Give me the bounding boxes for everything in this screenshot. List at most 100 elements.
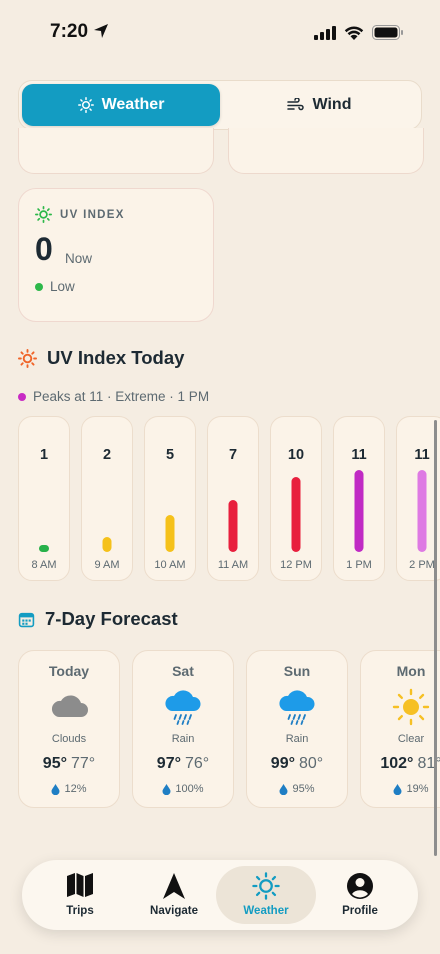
uv-peak-text: Peaks at 11 · Extreme · 1 PM	[33, 389, 210, 404]
tab-trips[interactable]: Trips	[30, 866, 130, 924]
uv-level-label: Low	[50, 279, 75, 294]
forecast-temps: 95° 77°	[19, 755, 119, 773]
tab-profile-label: Profile	[342, 905, 378, 917]
forecast-precip-value: 95%	[292, 783, 315, 795]
uv-hour-card: 2 9 AM	[81, 416, 133, 581]
forecast-low: 76°	[185, 755, 210, 772]
map-icon	[67, 873, 93, 897]
forecast-temps: 97° 76°	[133, 755, 233, 773]
rain-cloud-icon	[165, 690, 201, 725]
uv-hour-bar	[291, 477, 301, 552]
status-icons	[314, 25, 404, 40]
forecast-precip: 100%	[133, 783, 233, 795]
uv-hour-time: 12 PM	[280, 559, 312, 571]
uv-index-card-header: UV INDEX	[35, 206, 125, 223]
uv-hour-time: 9 AM	[94, 559, 120, 571]
forecast-day-card[interactable]: Sun Rain 99° 80° 95%	[246, 650, 348, 808]
uv-hour-time: 8 AM	[31, 559, 57, 571]
forecast-precip-value: 12%	[64, 783, 87, 795]
uv-hour-bar	[165, 515, 175, 552]
forecast-precip: 19%	[361, 783, 440, 795]
uv-hour-card: 1 8 AM	[18, 416, 70, 581]
tab-profile[interactable]: Profile	[310, 866, 410, 924]
raindrop-icon	[279, 783, 288, 795]
calendar-icon	[18, 612, 35, 627]
uv-index-level: Low	[35, 279, 75, 294]
forecast-day-card[interactable]: Sat Rain 97° 76° 100%	[132, 650, 234, 808]
forecast-condition: Clouds	[51, 733, 87, 745]
uv-hour-value: 11	[351, 447, 367, 463]
person-icon	[347, 873, 373, 899]
battery-icon	[372, 25, 403, 40]
scrollbar[interactable]	[434, 420, 437, 856]
uv-hour-value: 2	[102, 447, 112, 463]
partial-card-right	[228, 128, 424, 174]
uv-index-card-title: UV INDEX	[60, 208, 125, 221]
location-arrow-icon	[94, 24, 108, 38]
forecast-day-name: Mon	[396, 663, 426, 679]
peak-dot	[18, 392, 26, 401]
cellular-signal-icon	[314, 25, 336, 40]
forecast-precip-value: 100%	[175, 783, 204, 795]
cloud-icon	[51, 695, 88, 717]
uv-index-card: UV INDEX 0 Now Low	[18, 188, 214, 322]
uv-level-dot	[35, 282, 43, 291]
forecast-high: 99°	[270, 755, 295, 772]
sun-icon	[35, 206, 52, 223]
forecast-high: 102°	[380, 755, 414, 772]
forecast-day-name: Today	[48, 663, 90, 679]
forecast-precip: 12%	[19, 783, 119, 795]
uv-hour-card: 11 1 PM	[333, 416, 385, 581]
forecast-temps: 102° 81°	[361, 755, 440, 773]
forecast-condition: Clear	[397, 733, 425, 745]
uv-index-now-label: Now	[65, 251, 93, 266]
forecast-strip[interactable]: Today Clouds 95° 77° 12% Sat Rain 97° 76° 100% Sun…	[0, 650, 440, 810]
forecast-day-name: Sat	[172, 663, 194, 679]
uv-index-value: 0	[35, 231, 53, 267]
forecast-high: 95°	[42, 755, 67, 772]
rain-cloud-icon	[279, 690, 315, 725]
bottom-tab-bar: Trips Navigate Weather Profile	[22, 860, 418, 930]
uv-hourly-strip[interactable]: 18 AM 2 9 AM 5 10 AM 7 11 AM 10 12 PM 11 1 PM 11 2 P…	[0, 416, 440, 584]
tab-navigate[interactable]: Navigate	[124, 866, 224, 924]
weather-wind-segmented-control: Weather Wind	[18, 80, 422, 130]
uv-peak-summary: Peaks at 11 · Extreme · 1 PM	[18, 389, 209, 404]
partial-card-left	[18, 128, 214, 174]
forecast-precip: 95%	[247, 783, 347, 795]
tab-weather[interactable]: Weather	[216, 866, 316, 924]
forecast-heading: 7-Day Forecast	[18, 608, 178, 630]
uv-hour-time: 1 PM	[346, 559, 372, 571]
raindrop-icon	[162, 783, 171, 795]
segment-wind-label: Wind	[312, 96, 352, 113]
tab-trips-label: Trips	[66, 905, 94, 917]
uv-hour-value: 10	[287, 447, 305, 463]
uv-hour-value: 7	[228, 447, 238, 463]
sun-icon	[77, 97, 94, 113]
forecast-day-card[interactable]: Mon Clear 102° 81° 19%	[360, 650, 440, 808]
sun-icon	[252, 872, 280, 900]
wind-icon	[286, 98, 304, 111]
forecast-low: 80°	[299, 755, 324, 772]
forecast-high: 97°	[156, 755, 181, 772]
navigation-arrow-icon	[163, 873, 185, 899]
forecast-low: 77°	[71, 755, 96, 772]
raindrop-icon	[51, 783, 60, 795]
forecast-day-card[interactable]: Today Clouds 95° 77° 12%	[18, 650, 120, 808]
forecast-precip-value: 19%	[406, 783, 429, 795]
raindrop-icon	[393, 783, 402, 795]
segment-weather-label: Weather	[101, 96, 165, 113]
uv-hour-bar	[354, 470, 364, 552]
tab-navigate-label: Navigate	[150, 905, 198, 917]
uv-hour-value: 1	[39, 447, 49, 463]
uv-hour-bar	[228, 500, 238, 552]
uv-index-today-title: UV Index Today	[47, 347, 185, 368]
status-bar: 7:20	[0, 0, 440, 66]
segment-weather[interactable]: Weather	[22, 84, 220, 126]
uv-hour-time: 11 AM	[217, 559, 249, 571]
uv-hour-bar	[102, 537, 112, 552]
uv-hour-bar	[417, 470, 427, 552]
segment-wind[interactable]: Wind	[220, 84, 418, 126]
forecast-day-name: Sun	[283, 663, 311, 679]
uv-hour-bar	[39, 545, 49, 552]
wifi-icon	[344, 26, 364, 40]
